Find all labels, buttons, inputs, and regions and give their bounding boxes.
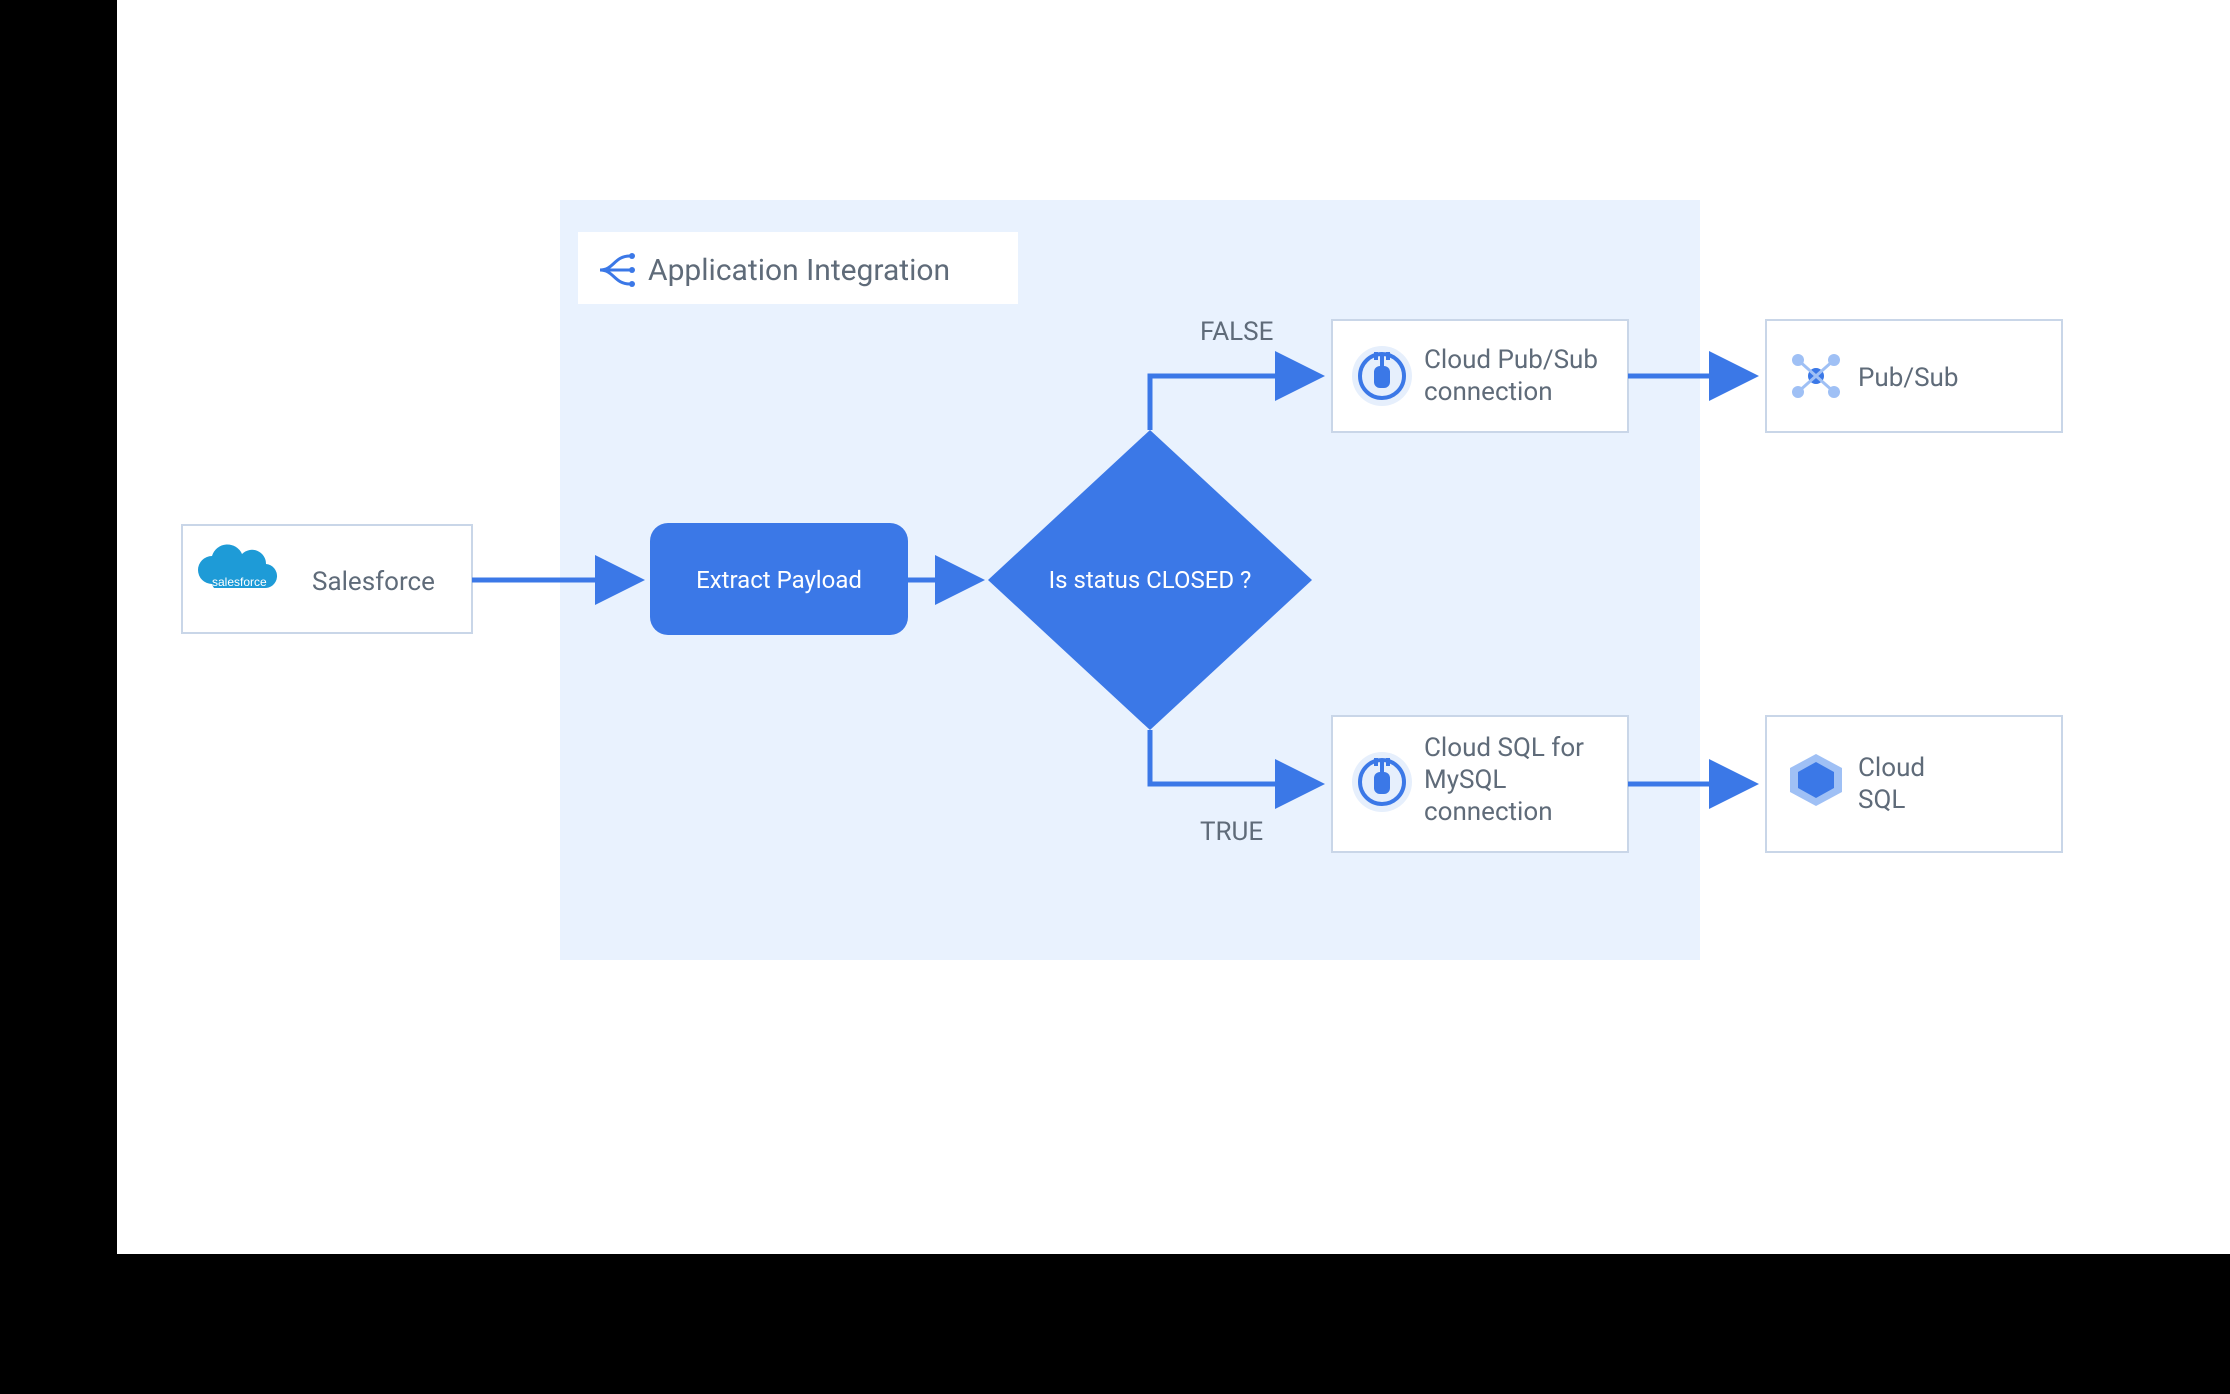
mysql-conn-l2: MySQL [1424, 765, 1506, 795]
pubsub-label: Pub/Sub [1858, 363, 1958, 393]
node-mysql-connection: Cloud SQL for MySQL connection [1332, 716, 1628, 852]
node-salesforce: salesforce Salesforce [182, 525, 472, 633]
edge-true-label: TRUE [1200, 817, 1263, 847]
edge-false-label: FALSE [1200, 317, 1273, 347]
salesforce-label: Salesforce [312, 567, 435, 597]
diagram-svg: Application Integration salesforce Sales… [0, 0, 2230, 1394]
cloudsql-label-l2: SQL [1858, 785, 1905, 815]
node-pubsub: Pub/Sub [1766, 320, 2062, 432]
pubsub-conn-l2: connection [1424, 377, 1553, 407]
mysql-conn-l3: connection [1424, 797, 1553, 827]
node-extract-payload: Extract Payload [650, 523, 908, 635]
node-pubsub-connection: Cloud Pub/Sub connection [1332, 320, 1628, 432]
connector-icon-2 [1352, 752, 1412, 812]
node-cloudsql: Cloud SQL [1766, 716, 2062, 852]
cloudsql-label-l1: Cloud [1858, 753, 1925, 783]
decision-label: Is status CLOSED ? [1049, 566, 1252, 594]
diagram-stage: Application Integration salesforce Sales… [0, 0, 2230, 1394]
extract-label: Extract Payload [696, 566, 862, 594]
panel-title: Application Integration [648, 253, 950, 288]
pubsub-conn-l1: Cloud Pub/Sub [1424, 345, 1598, 375]
mysql-conn-l1: Cloud SQL for [1424, 733, 1584, 763]
salesforce-badge-text: salesforce [212, 575, 267, 589]
connector-icon [1352, 346, 1412, 406]
